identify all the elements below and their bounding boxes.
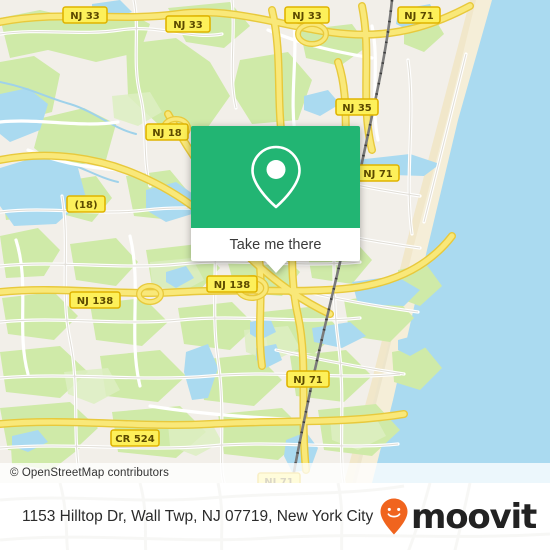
svg-text:NJ 33: NJ 33	[292, 11, 322, 22]
location-info-card[interactable]: Take me there	[191, 126, 360, 273]
svg-text:NJ 71: NJ 71	[293, 375, 323, 386]
svg-text:NJ 71: NJ 71	[404, 11, 434, 22]
svg-text:(18): (18)	[74, 200, 97, 211]
svg-text:NJ 138: NJ 138	[77, 296, 113, 307]
take-me-there-button[interactable]: Take me there	[191, 228, 360, 261]
address-label: 1153 Hilltop Dr, Wall Twp, NJ 07719, New…	[22, 507, 374, 525]
card-header	[191, 126, 360, 228]
svg-text:CR 524: CR 524	[115, 434, 154, 445]
moovit-wordmark: moovit	[410, 496, 537, 537]
map-pin-icon	[250, 145, 301, 209]
svg-text:NJ 33: NJ 33	[173, 20, 203, 31]
moovit-logo[interactable]: moovit	[379, 496, 537, 537]
moovit-map-screenshot: NJ 33 NJ 33 NJ 33 NJ 71 NJ 35 NJ 18 NJ 7…	[0, 0, 550, 550]
card-pointer-tail	[264, 261, 287, 273]
moovit-pin-smile-icon	[380, 498, 408, 534]
footer-bar: 1153 Hilltop Dr, Wall Twp, NJ 07719, New…	[0, 483, 550, 550]
svg-text:NJ 35: NJ 35	[342, 103, 372, 114]
attribution-text: © OpenStreetMap contributors	[10, 467, 169, 479]
svg-text:NJ 33: NJ 33	[70, 11, 100, 22]
take-me-there-label: Take me there	[229, 236, 322, 253]
svg-text:NJ 18: NJ 18	[152, 128, 182, 139]
svg-text:NJ 138: NJ 138	[214, 280, 250, 291]
map-attribution: © OpenStreetMap contributors	[0, 463, 550, 483]
svg-text:NJ 71: NJ 71	[363, 169, 393, 180]
